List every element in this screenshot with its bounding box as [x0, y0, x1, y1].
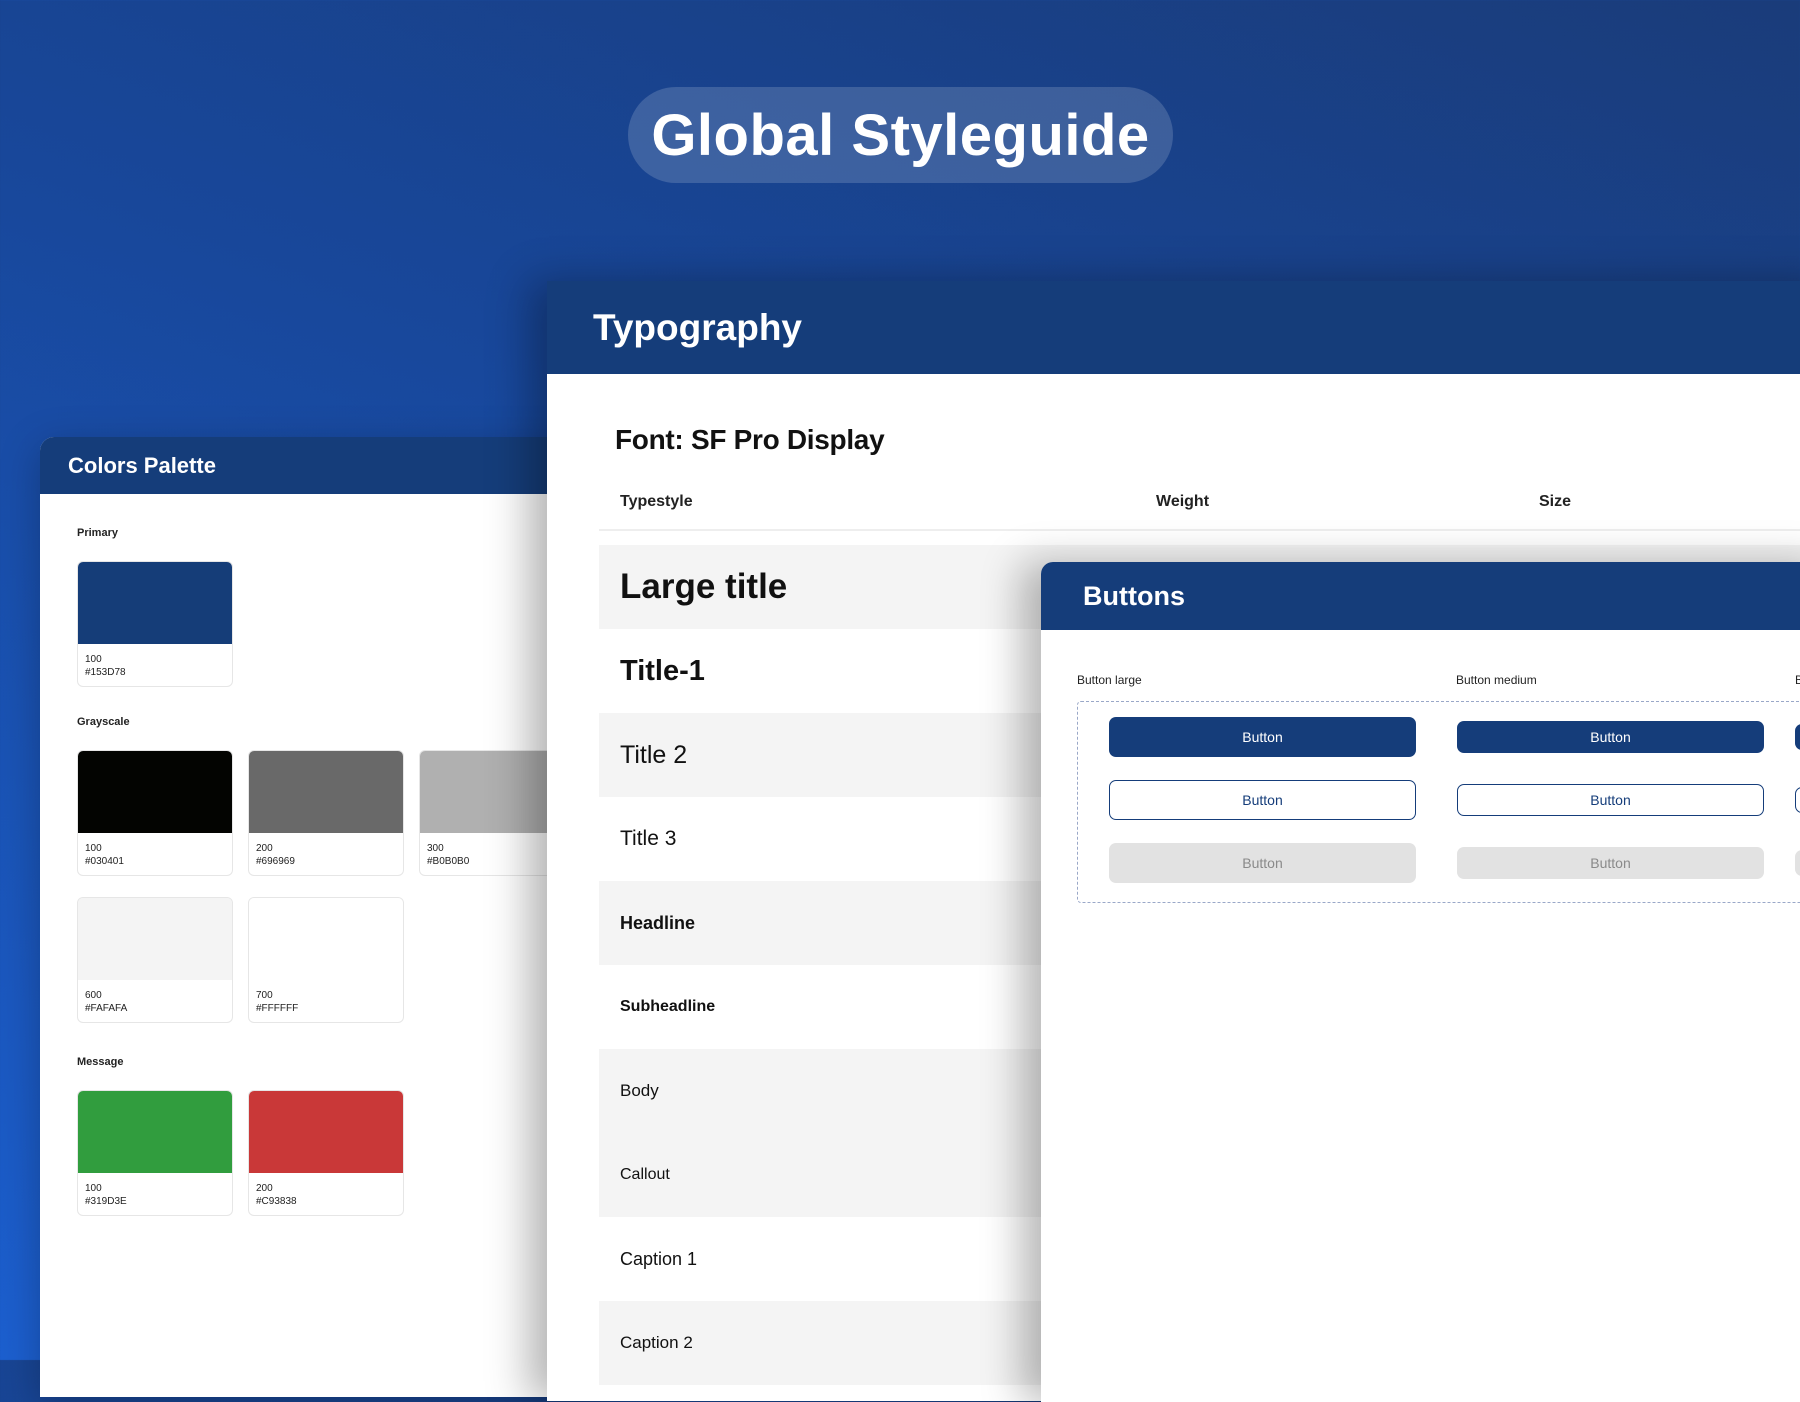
- swatch-level: 200: [256, 1183, 273, 1194]
- swatch-color: [249, 751, 403, 833]
- swatch-color: [78, 898, 232, 980]
- divider: [599, 529, 1800, 531]
- medium-primary-button[interactable]: Button: [1457, 721, 1764, 753]
- swatch-grayscale-100[interactable]: 100 #030401: [77, 750, 233, 876]
- swatch-color: [78, 562, 232, 644]
- large-primary-button[interactable]: Button: [1109, 717, 1416, 757]
- group-label-primary: Primary: [77, 527, 118, 539]
- swatch-level: 700: [256, 990, 273, 1001]
- button-group-label-large: Button large: [1077, 673, 1142, 687]
- swatch-hex: #030401: [85, 856, 124, 867]
- button-group-label-partial: B: [1795, 673, 1800, 687]
- swatch-level: 200: [256, 843, 273, 854]
- swatch-grayscale-600[interactable]: 600 #FAFAFA: [77, 897, 233, 1023]
- column-header-size: Size: [1539, 493, 1572, 510]
- buttons-title: Buttons: [1041, 562, 1800, 630]
- swatch-level: 600: [85, 990, 102, 1001]
- colors-palette-panel: Colors Palette Primary 100 #153D78 Grays…: [40, 437, 600, 1397]
- button-group-label-medium: Button medium: [1456, 673, 1537, 687]
- page-title: Global Styleguide: [628, 87, 1173, 183]
- swatch-color: [78, 751, 232, 833]
- swatch-hex: #319D3E: [85, 1196, 127, 1207]
- colors-palette-title: Colors Palette: [40, 437, 600, 494]
- swatch-grayscale-700[interactable]: 700 #FFFFFF: [248, 897, 404, 1023]
- swatch-level: 100: [85, 654, 102, 665]
- group-label-message: Message: [77, 1056, 124, 1068]
- column-header-weight: Weight: [1156, 493, 1210, 510]
- swatch-grayscale-200[interactable]: 200 #696969: [248, 750, 404, 876]
- swatch-color: [249, 898, 403, 980]
- medium-outline-button[interactable]: Button: [1457, 784, 1764, 816]
- buttons-panel: Buttons Button large Button medium B But…: [1041, 562, 1800, 1402]
- swatch-hex: #FAFAFA: [85, 1003, 128, 1014]
- large-disabled-button[interactable]: Button: [1109, 843, 1416, 883]
- swatch-level: 100: [85, 1183, 102, 1194]
- swatch-color: [78, 1091, 232, 1173]
- swatch-message-200[interactable]: 200 #C93838: [248, 1090, 404, 1216]
- swatch-hex: #696969: [256, 856, 295, 867]
- swatch-level: 100: [85, 843, 102, 854]
- swatch-hex: #153D78: [85, 667, 126, 678]
- typography-title: Typography: [547, 281, 1800, 374]
- swatch-hex: #C93838: [256, 1196, 297, 1207]
- column-header-typestyle: Typestyle: [620, 493, 693, 510]
- swatch-hex: #FFFFFF: [256, 1003, 299, 1014]
- swatch-message-100[interactable]: 100 #319D3E: [77, 1090, 233, 1216]
- medium-disabled-button[interactable]: Button: [1457, 847, 1764, 879]
- swatch-primary-100[interactable]: 100 #153D78: [77, 561, 233, 687]
- group-label-grayscale: Grayscale: [77, 716, 130, 728]
- large-outline-button[interactable]: Button: [1109, 780, 1416, 820]
- small-primary-button[interactable]: [1795, 724, 1800, 750]
- small-disabled-button[interactable]: [1795, 850, 1800, 876]
- small-outline-button[interactable]: [1795, 787, 1800, 813]
- font-name: Font: SF Pro Display: [615, 424, 885, 455]
- swatch-color: [249, 1091, 403, 1173]
